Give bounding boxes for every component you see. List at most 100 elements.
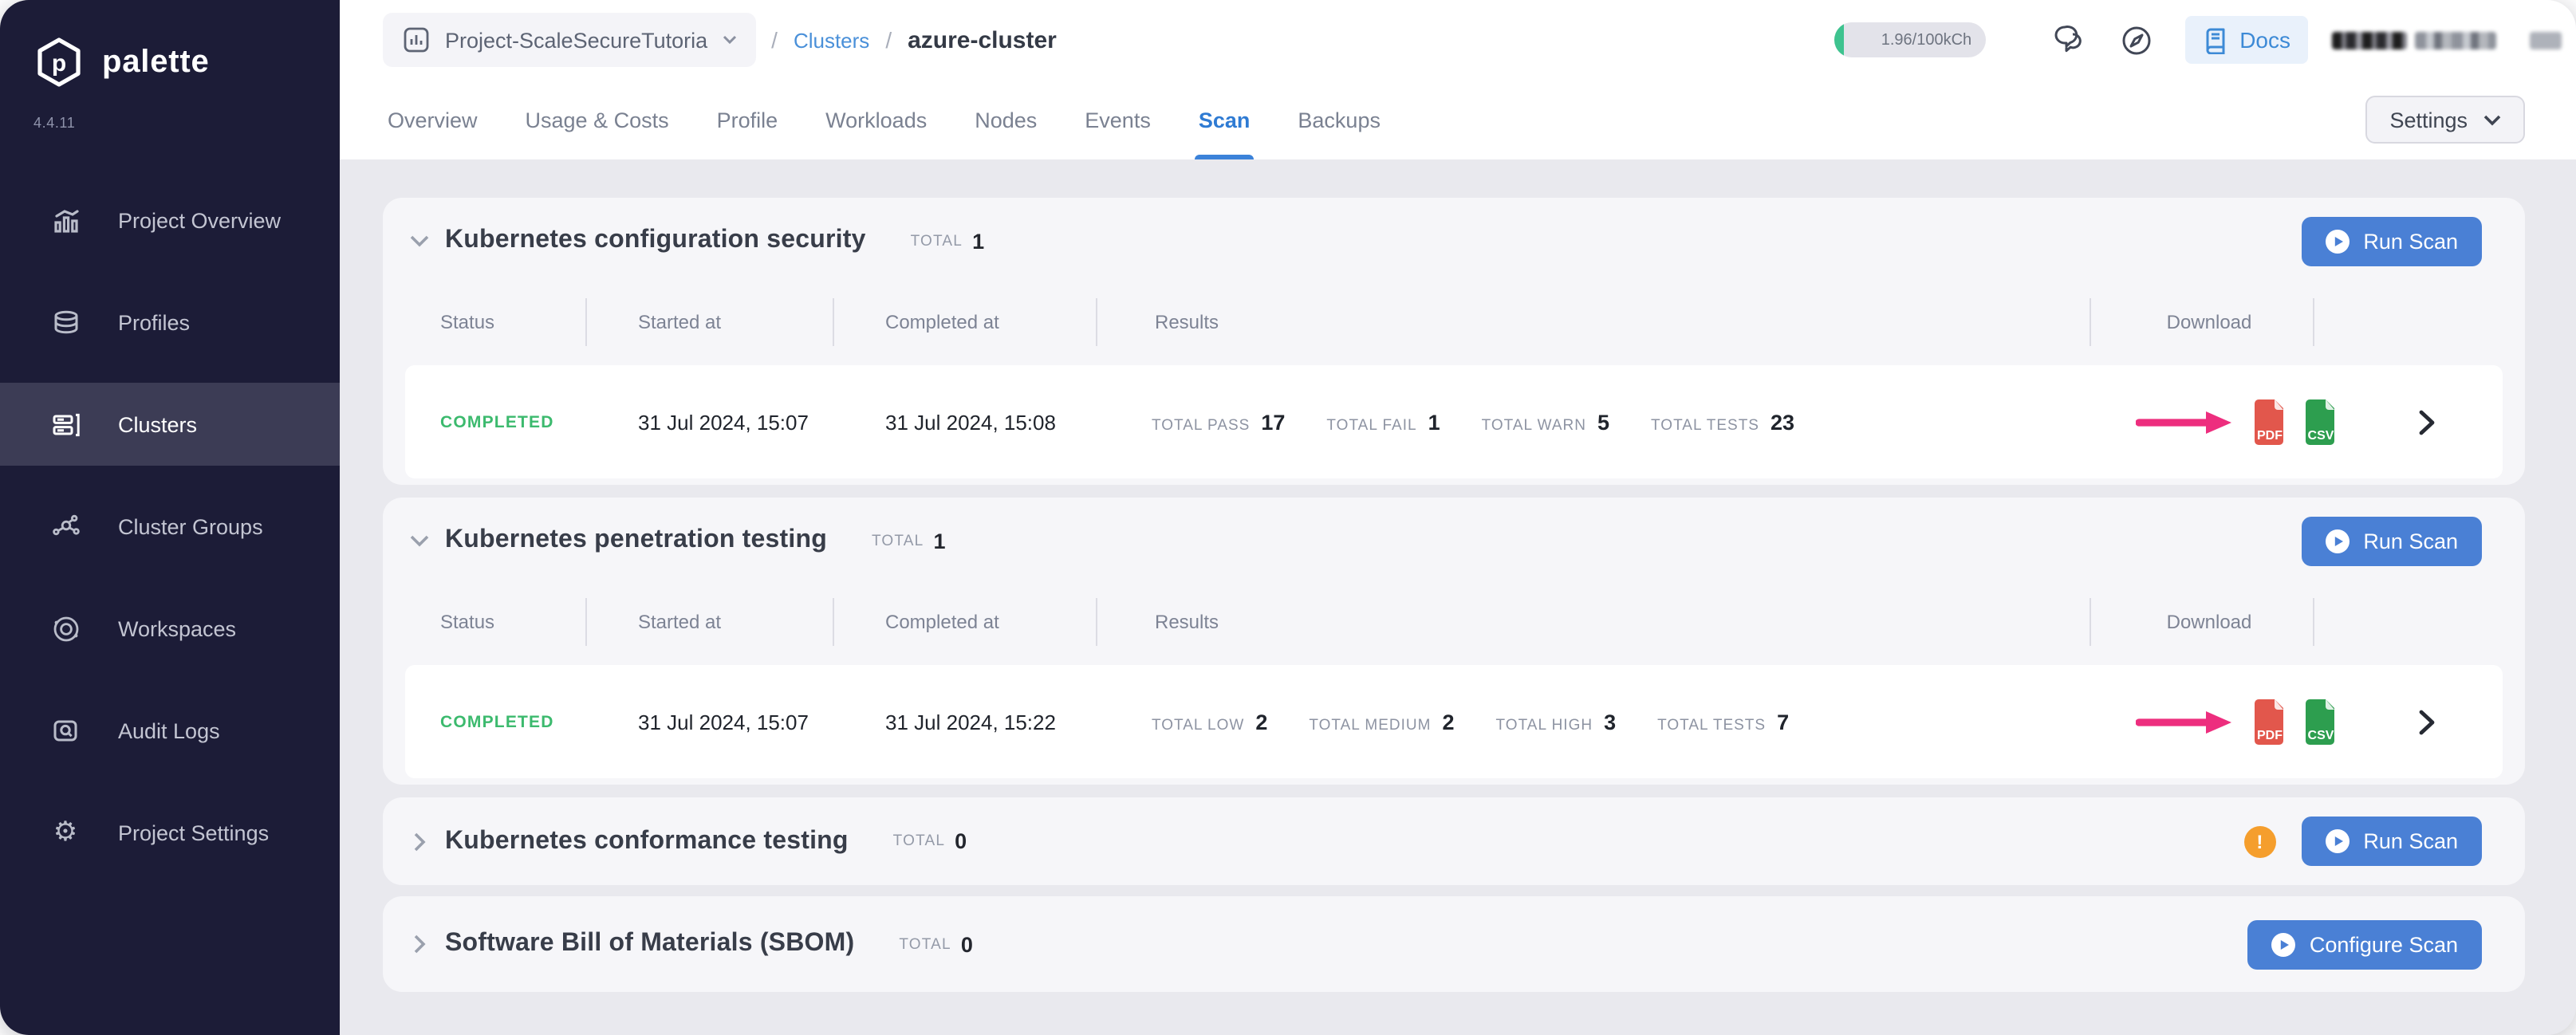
run-scan-button[interactable]: Run Scan	[2301, 817, 2482, 866]
row-expand-chevron-icon[interactable]	[2418, 408, 2436, 435]
tab-scan[interactable]: Scan	[1199, 80, 1251, 159]
tab-usage-costs[interactable]: Usage & Costs	[526, 80, 669, 159]
project-selector[interactable]: Project-ScaleSecureTutoria	[383, 13, 755, 67]
sidebar-item-project-settings[interactable]: ⚙ Project Settings	[0, 791, 340, 874]
run-scan-label: Run Scan	[2363, 229, 2458, 253]
brand-logo: p palette	[0, 0, 340, 89]
column-divider	[2313, 598, 2314, 646]
section-header: Kubernetes conformance testing TOTAL 0 !…	[383, 797, 2525, 885]
column-divider	[585, 298, 587, 346]
tab-workloads[interactable]: Workloads	[825, 80, 927, 159]
chevron-down-icon	[722, 35, 736, 45]
run-scan-button[interactable]: Run Scan	[2301, 516, 2482, 565]
sidebar-nav: Project Overview Profiles	[0, 179, 340, 893]
sidebar-item-cluster-groups[interactable]: Cluster Groups	[0, 485, 340, 568]
section-header: Kubernetes configuration security TOTAL …	[383, 198, 2525, 284]
result-label: TOTAL LOW	[1152, 716, 1244, 734]
run-scan-button[interactable]: Run Scan	[2301, 216, 2482, 266]
started-at-value: 31 Jul 2024, 15:07	[638, 710, 809, 734]
total-value: 0	[961, 932, 973, 956]
tab-label: Profile	[717, 108, 778, 132]
docs-button[interactable]: Docs	[2185, 16, 2308, 64]
download-pdf-icon[interactable]: PDF	[2249, 698, 2289, 746]
breadcrumb-separator: /	[771, 27, 778, 53]
top-bar: Project-ScaleSecureTutoria / Clusters / …	[340, 0, 2576, 80]
total-value: 0	[955, 829, 967, 853]
column-completed: Completed at	[885, 293, 999, 351]
configure-scan-button[interactable]: Configure Scan	[2247, 919, 2482, 969]
warning-icon[interactable]: !	[2243, 825, 2275, 857]
scan-section-sbom: Software Bill of Materials (SBOM) TOTAL …	[383, 896, 2525, 992]
svg-text:p: p	[52, 50, 66, 77]
play-icon	[2325, 529, 2349, 553]
column-started: Started at	[638, 593, 721, 651]
collapse-chevron-icon[interactable]	[408, 234, 429, 247]
result-value: 3	[1604, 710, 1616, 734]
play-icon	[2271, 932, 2295, 956]
sidebar-item-profiles[interactable]: Profiles	[0, 281, 340, 364]
result-label: TOTAL TESTS	[1657, 716, 1766, 734]
breadcrumb-clusters-link[interactable]: Clusters	[794, 28, 869, 52]
column-divider	[1096, 298, 1097, 346]
row-expand-chevron-icon[interactable]	[2418, 708, 2436, 735]
annotation-arrow-icon	[2136, 409, 2235, 435]
download-csv-icon[interactable]: CSV	[2300, 398, 2340, 446]
chat-button[interactable]	[2050, 24, 2085, 56]
scan-result-row[interactable]: COMPLETED 31 Jul 2024, 15:07 31 Jul 2024…	[405, 665, 2503, 778]
column-started: Started at	[638, 293, 721, 351]
result-label: TOTAL TESTS	[1651, 416, 1759, 434]
tab-label: Nodes	[975, 108, 1037, 132]
tab-overview[interactable]: Overview	[388, 80, 478, 159]
result-value: 5	[1597, 410, 1609, 434]
started-at-value: 31 Jul 2024, 15:07	[638, 410, 809, 434]
collapse-chevron-icon[interactable]	[408, 534, 429, 547]
scan-content: Kubernetes configuration security TOTAL …	[340, 159, 2576, 1035]
breadcrumb-current-cluster: azure-cluster	[908, 26, 1057, 53]
sidebar-item-label: Workspaces	[118, 616, 236, 640]
status-badge: COMPLETED	[440, 412, 554, 431]
result-label: TOTAL MEDIUM	[1309, 716, 1431, 734]
column-download: Download	[2167, 293, 2252, 351]
settings-label: Settings	[2389, 108, 2468, 132]
expand-chevron-icon[interactable]	[408, 935, 429, 954]
expand-chevron-icon[interactable]	[408, 832, 429, 851]
sidebar-item-clusters[interactable]: Clusters	[0, 383, 340, 466]
total-value: 1	[933, 529, 945, 553]
sidebar-item-project-overview[interactable]: Project Overview	[0, 179, 340, 262]
scan-section-conformance-testing: Kubernetes conformance testing TOTAL 0 !…	[383, 797, 2525, 885]
column-divider	[2090, 298, 2091, 346]
main-area: Project-ScaleSecureTutoria / Clusters / …	[340, 0, 2576, 1035]
download-csv-icon[interactable]: CSV	[2300, 698, 2340, 746]
sidebar-item-workspaces[interactable]: Workspaces	[0, 587, 340, 670]
total-value: 1	[972, 229, 984, 253]
result-label: TOTAL PASS	[1152, 416, 1250, 434]
column-results: Results	[1155, 593, 1219, 651]
layers-icon	[48, 307, 83, 337]
redacted-user-text	[2415, 31, 2496, 49]
result-value: 7	[1777, 710, 1789, 734]
sidebar-item-label: Audit Logs	[118, 718, 220, 742]
tab-backups[interactable]: Backups	[1298, 80, 1381, 159]
tab-profile[interactable]: Profile	[717, 80, 778, 159]
column-divider	[2313, 298, 2314, 346]
top-bar-right: 1.96/100kCh	[1834, 16, 2562, 64]
scan-result-row[interactable]: COMPLETED 31 Jul 2024, 15:07 31 Jul 2024…	[405, 365, 2503, 478]
audit-search-icon	[48, 715, 83, 746]
section-header: Software Bill of Materials (SBOM) TOTAL …	[383, 896, 2525, 992]
settings-button[interactable]: Settings	[2365, 96, 2525, 144]
orbit-icon	[48, 613, 83, 643]
sidebar-item-audit-logs[interactable]: Audit Logs	[0, 689, 340, 772]
tab-events[interactable]: Events	[1085, 80, 1151, 159]
result-value: 17	[1261, 410, 1285, 434]
credits-usage-pill[interactable]: 1.96/100kCh	[1834, 22, 1986, 57]
help-compass-button[interactable]	[2120, 23, 2153, 57]
gear-icon: ⚙	[48, 819, 83, 846]
download-pdf-icon[interactable]: PDF	[2249, 398, 2289, 446]
run-scan-label: Run Scan	[2363, 529, 2458, 553]
result-label: TOTAL WARN	[1482, 416, 1586, 434]
palette-app-window: p palette 4.4.11 Project Overview	[0, 0, 2576, 1035]
result-value: 2	[1443, 710, 1455, 734]
svg-text:CSV: CSV	[2308, 428, 2334, 442]
bar-chart-icon	[48, 205, 83, 235]
tab-nodes[interactable]: Nodes	[975, 80, 1037, 159]
